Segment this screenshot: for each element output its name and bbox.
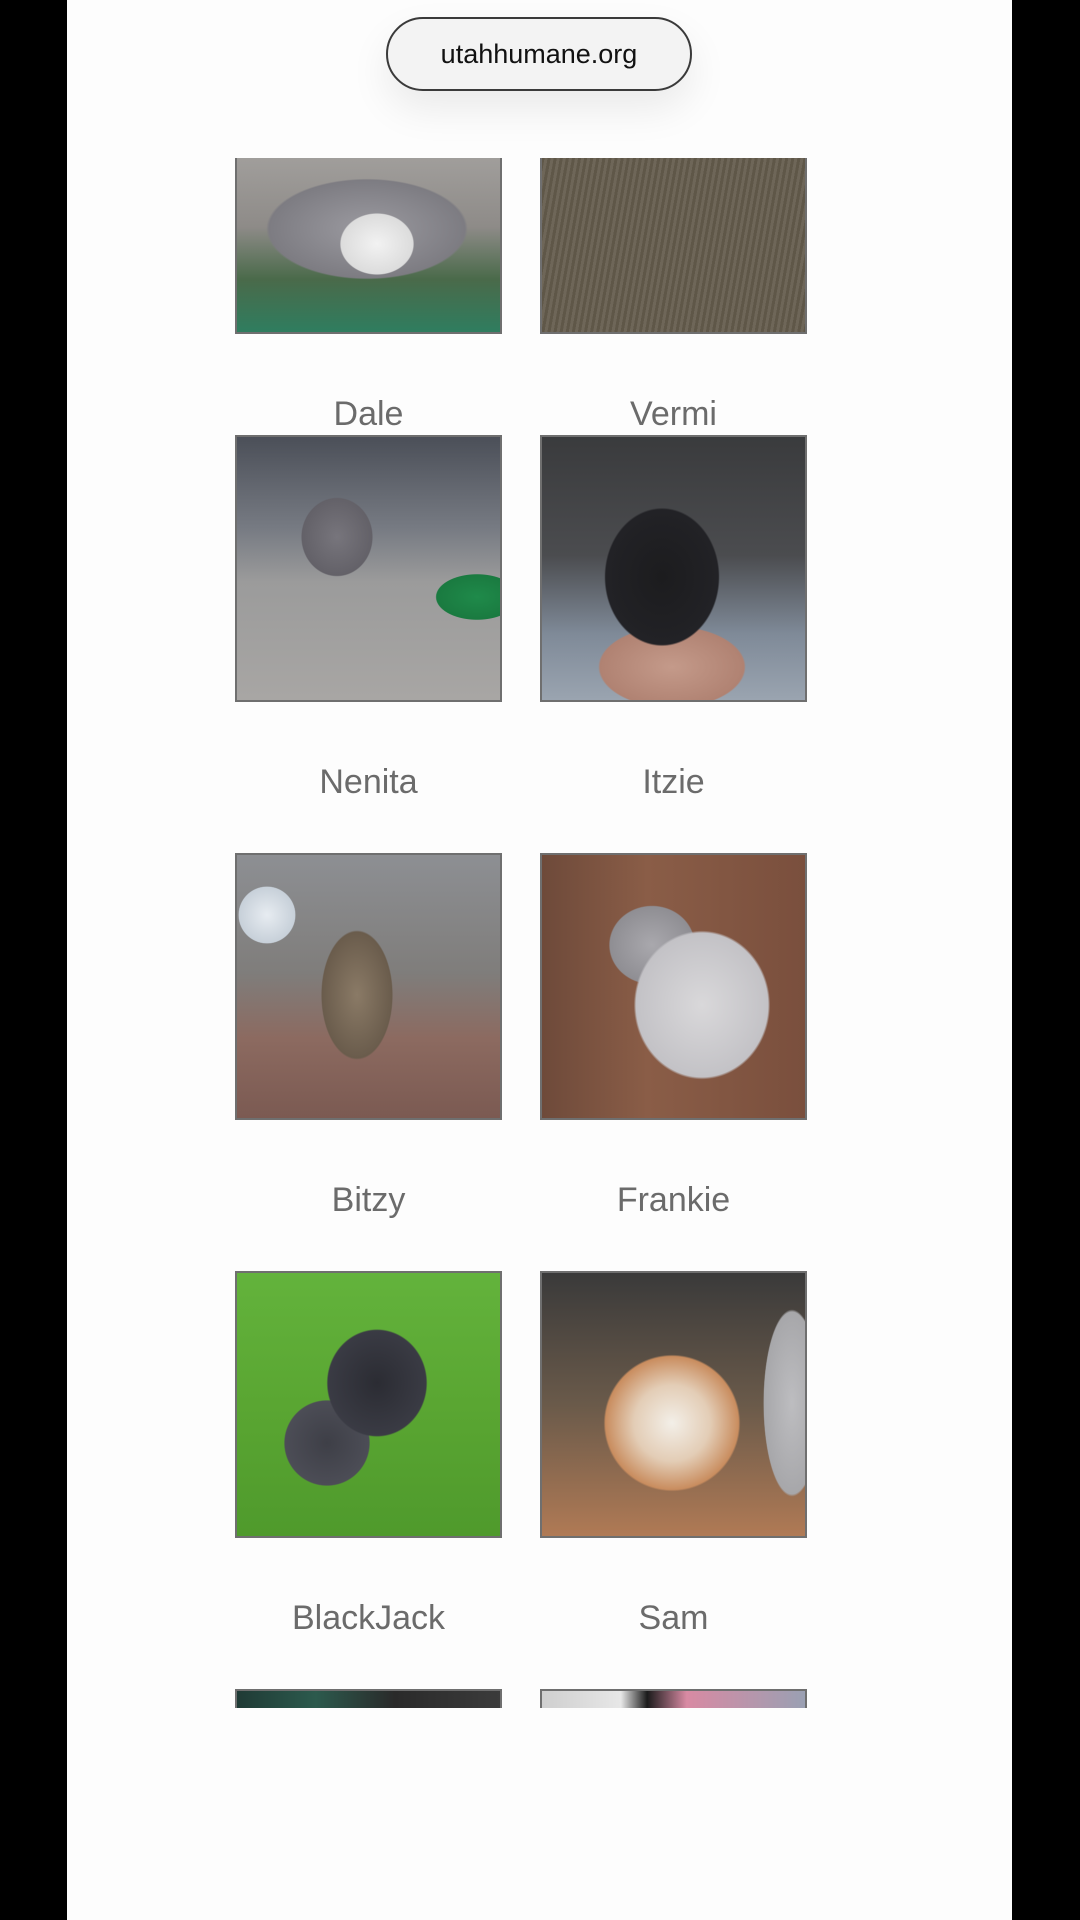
pet-card-partial[interactable] <box>235 1689 502 1708</box>
pet-photo[interactable] <box>235 1271 502 1538</box>
pet-card-nenita[interactable]: Nenita <box>235 435 502 799</box>
pet-name[interactable]: Vermi <box>540 397 807 431</box>
pet-card-bitzy[interactable]: Bitzy <box>235 853 502 1217</box>
pet-photo[interactable] <box>540 1689 807 1708</box>
pet-card-sam[interactable]: Sam <box>540 1271 807 1635</box>
pet-name[interactable]: BlackJack <box>235 1601 502 1635</box>
pet-name[interactable]: Frankie <box>540 1183 807 1217</box>
pet-name[interactable]: Nenita <box>235 765 502 799</box>
pet-photo[interactable] <box>540 435 807 702</box>
pet-card-partial[interactable] <box>540 1689 807 1708</box>
pet-photo[interactable] <box>540 853 807 1120</box>
pet-card-frankie[interactable]: Frankie <box>540 853 807 1217</box>
pet-name[interactable]: Dale <box>235 397 502 431</box>
pet-photo[interactable] <box>235 158 502 334</box>
pet-photo[interactable] <box>540 1271 807 1538</box>
pet-grid-viewport: Dale Vermi Nenita Itzie Bitzy Frankie Bl… <box>67 158 1012 1708</box>
pet-photo[interactable] <box>540 158 807 334</box>
pet-photo[interactable] <box>235 435 502 702</box>
pet-name[interactable]: Sam <box>540 1601 807 1635</box>
pet-photo[interactable] <box>235 853 502 1120</box>
url-text: utahhumane.org <box>440 38 638 69</box>
pet-card-vermi[interactable]: Vermi <box>540 158 807 431</box>
browser-screen: utahhumane.org Dale Vermi Nenita Itzie B… <box>67 0 1012 1920</box>
url-bar[interactable]: utahhumane.org <box>386 17 692 91</box>
pet-card-blackjack[interactable]: BlackJack <box>235 1271 502 1635</box>
pet-name[interactable]: Bitzy <box>235 1183 502 1217</box>
pet-card-dale[interactable]: Dale <box>235 158 502 431</box>
pet-name[interactable]: Itzie <box>540 765 807 799</box>
pet-card-itzie[interactable]: Itzie <box>540 435 807 799</box>
pet-photo[interactable] <box>235 1689 502 1708</box>
